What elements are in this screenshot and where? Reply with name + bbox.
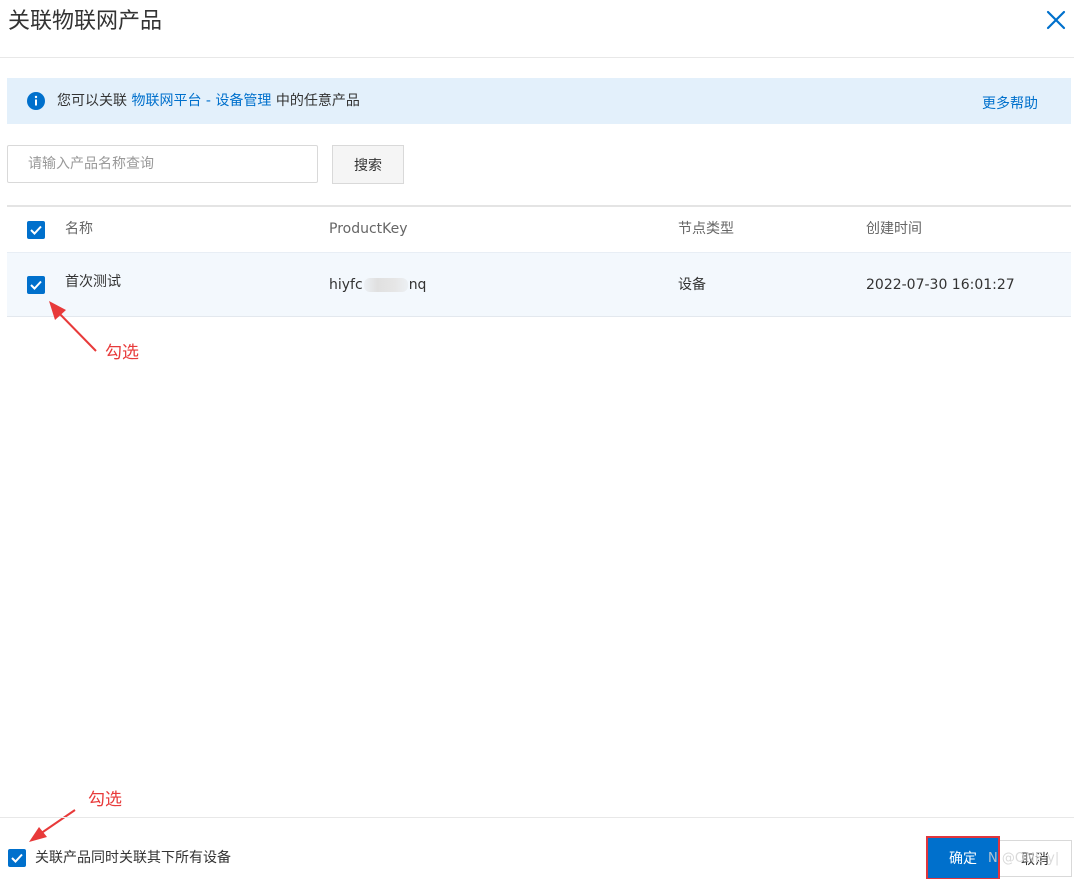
close-icon[interactable] — [1042, 6, 1070, 34]
row-product-key: hiyfc nq — [329, 276, 426, 294]
checkmark-icon — [30, 280, 42, 290]
dialog-title: 关联物联网产品 — [8, 9, 163, 34]
footer-divider — [0, 817, 1074, 818]
notice-text-after: 中的任意产品 — [271, 93, 360, 109]
column-header-name: 名称 — [65, 221, 93, 237]
column-header-productkey: ProductKey — [329, 221, 408, 237]
select-all-checkbox[interactable] — [27, 221, 45, 239]
checkmark-icon — [11, 853, 23, 863]
annotation-arrow-icon — [49, 301, 97, 352]
more-help-link[interactable]: 更多帮助 — [982, 95, 1038, 113]
row-node-type: 设备 — [678, 277, 706, 293]
product-search-input[interactable] — [7, 145, 318, 183]
column-header-created: 创建时间 — [866, 221, 922, 237]
redaction-blur — [363, 278, 408, 292]
confirm-button[interactable]: 确定 — [926, 836, 1000, 879]
annotation-label-footer: 勾选 — [88, 790, 122, 810]
cancel-button[interactable]: 取消 — [998, 840, 1072, 877]
row-checkbox[interactable] — [27, 276, 45, 294]
associate-all-devices-label: 关联产品同时关联其下所有设备 — [35, 850, 231, 866]
product-key-prefix: hiyfc — [329, 277, 363, 293]
annotation-label-row: 勾选 — [105, 343, 139, 363]
search-button[interactable]: 搜索 — [332, 145, 404, 184]
table-top-divider — [7, 205, 1071, 207]
row-product-name: 首次测试 — [65, 274, 121, 290]
column-header-node-type: 节点类型 — [678, 221, 734, 237]
info-icon — [27, 92, 45, 110]
associate-all-devices-checkbox[interactable] — [8, 849, 26, 867]
device-management-link[interactable]: 物联网平台 - 设备管理 — [131, 93, 271, 109]
notice-text-before: 您可以关联 — [57, 93, 132, 109]
product-key-suffix: nq — [408, 277, 427, 293]
notice-banner: 您可以关联 物联网平台 - 设备管理 中的任意产品 更多帮助 — [7, 78, 1071, 124]
header-divider — [0, 57, 1074, 58]
row-created-time: 2022-07-30 16:01:27 — [866, 277, 1015, 293]
annotation-arrow-icon — [29, 809, 76, 842]
checkmark-icon — [30, 225, 42, 235]
notice-text: 您可以关联 物联网平台 - 设备管理 中的任意产品 — [57, 92, 360, 110]
